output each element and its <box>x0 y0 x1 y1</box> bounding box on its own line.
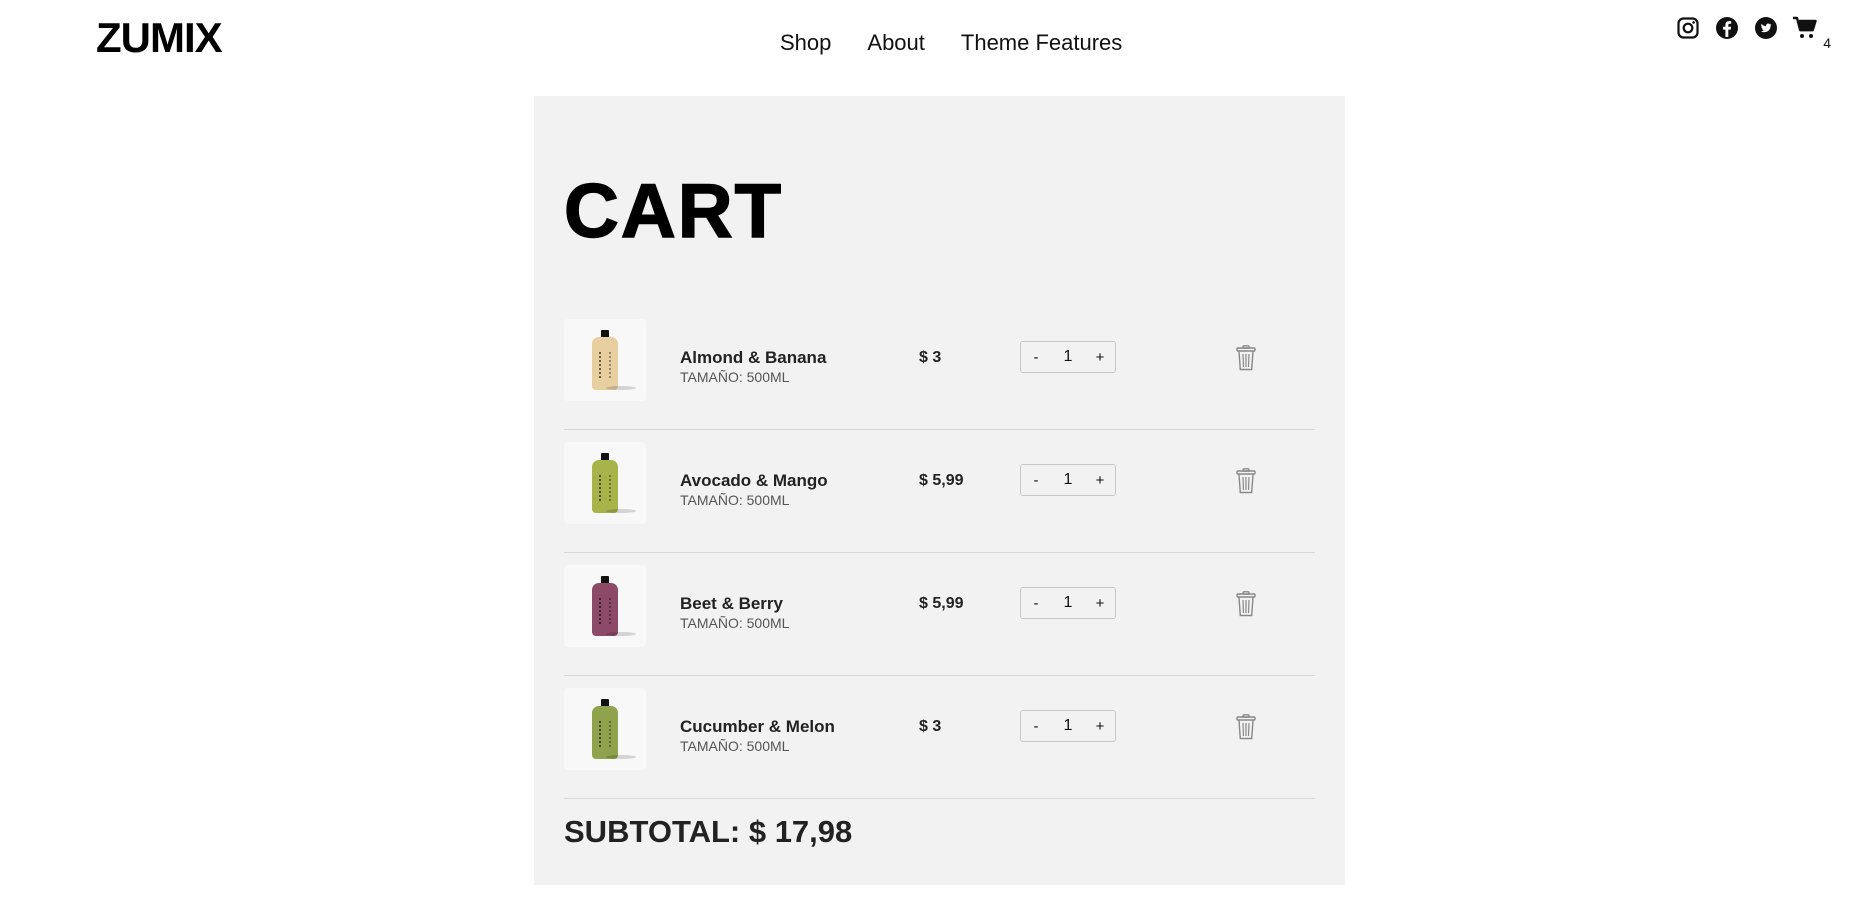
site-logo[interactable]: ZUMIX <box>96 14 223 62</box>
product-size: TAMAÑO: 500ML <box>680 369 790 385</box>
product-name[interactable]: Cucumber & Melon <box>680 717 835 737</box>
increment-button[interactable]: + <box>1093 595 1107 612</box>
trash-icon[interactable] <box>1236 345 1256 371</box>
quantity-stepper: - 1 + <box>1020 341 1116 373</box>
product-name[interactable]: Avocado & Mango <box>680 471 828 491</box>
product-size: TAMAÑO: 500ML <box>680 615 790 631</box>
cart-item-row: Cucumber & Melon TAMAÑO: 500ML $ 3 - 1 + <box>564 676 1315 799</box>
nav-shop[interactable]: Shop <box>780 30 831 56</box>
cart-item-row: Almond & Banana TAMAÑO: 500ML $ 3 - 1 + <box>564 307 1315 430</box>
quantity-value[interactable]: 1 <box>1064 594 1073 612</box>
decrement-button[interactable]: - <box>1029 595 1043 612</box>
trash-icon[interactable] <box>1236 468 1256 494</box>
quantity-value[interactable]: 1 <box>1064 348 1073 366</box>
increment-button[interactable]: + <box>1093 718 1107 735</box>
product-price: $ 3 <box>919 349 942 366</box>
main-nav: Shop About Theme Features <box>780 30 1158 56</box>
product-image[interactable] <box>564 319 646 401</box>
cart-item-row: Beet & Berry TAMAÑO: 500ML $ 5,99 - 1 + <box>564 553 1315 676</box>
quantity-stepper: - 1 + <box>1020 710 1116 742</box>
facebook-icon[interactable] <box>1714 15 1740 41</box>
quantity-stepper: - 1 + <box>1020 464 1116 496</box>
product-price: $ 5,99 <box>919 472 964 489</box>
cart-panel: CART Almond & Banana TAMAÑO: 500ML $ 3 -… <box>534 96 1345 885</box>
nav-about[interactable]: About <box>867 30 925 56</box>
page-title: CART <box>563 168 784 255</box>
decrement-button[interactable]: - <box>1029 349 1043 366</box>
quantity-value[interactable]: 1 <box>1064 471 1073 489</box>
product-image[interactable] <box>564 442 646 524</box>
quantity-stepper: - 1 + <box>1020 587 1116 619</box>
product-image[interactable] <box>564 688 646 770</box>
trash-icon[interactable] <box>1236 591 1256 617</box>
increment-button[interactable]: + <box>1093 472 1107 489</box>
quantity-value[interactable]: 1 <box>1064 717 1073 735</box>
product-name[interactable]: Almond & Banana <box>680 348 826 368</box>
product-image[interactable] <box>564 565 646 647</box>
decrement-button[interactable]: - <box>1029 718 1043 735</box>
instagram-icon[interactable] <box>1675 15 1701 41</box>
product-size: TAMAÑO: 500ML <box>680 492 790 508</box>
product-price: $ 3 <box>919 718 942 735</box>
cart-item-row: Avocado & Mango TAMAÑO: 500ML $ 5,99 - 1… <box>564 430 1315 553</box>
product-size: TAMAÑO: 500ML <box>680 738 790 754</box>
product-name[interactable]: Beet & Berry <box>680 594 783 614</box>
cart-subtotal: SUBTOTAL: $ 17,98 <box>564 814 853 849</box>
nav-theme-features[interactable]: Theme Features <box>961 30 1122 56</box>
cart-icon[interactable] <box>1792 15 1818 41</box>
cart-count-badge: 4 <box>1823 35 1831 51</box>
increment-button[interactable]: + <box>1093 349 1107 366</box>
decrement-button[interactable]: - <box>1029 472 1043 489</box>
header-icons: 4 <box>1675 15 1831 51</box>
trash-icon[interactable] <box>1236 714 1256 740</box>
twitter-icon[interactable] <box>1753 15 1779 41</box>
product-price: $ 5,99 <box>919 595 964 612</box>
